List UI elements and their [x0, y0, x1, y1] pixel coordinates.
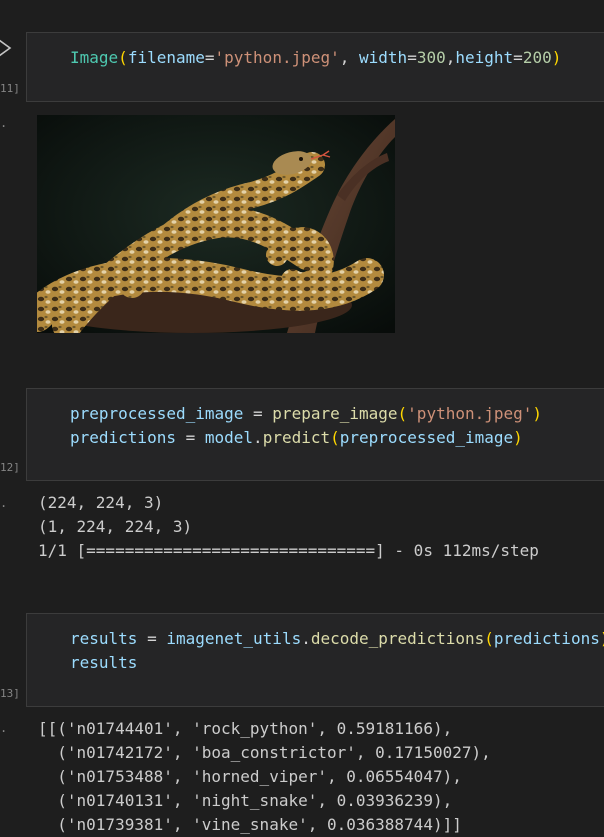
output-marker-icon[interactable]: ... — [0, 117, 10, 129]
output-line: ('n01742172', 'boa_constrictor', 0.17150… — [38, 743, 491, 762]
code-line: preprocessed_image = prepare_image('pyth… — [70, 404, 543, 423]
output-line: 1/1 [==============================] - 0… — [38, 541, 539, 560]
code-line: results — [70, 653, 138, 672]
code-cell-input-12[interactable]: preprocessed_image = prepare_image('pyth… — [26, 388, 604, 481]
python-snake-image — [37, 115, 395, 333]
code-line: results = imagenet_utils.decode_predicti… — [70, 629, 604, 648]
execution-count-11: 11] — [0, 83, 18, 95]
code-cell-input-13[interactable]: results = imagenet_utils.decode_predicti… — [26, 613, 604, 707]
output-line: ('n01739381', 'vine_snake', 0.036388744)… — [38, 815, 462, 834]
output-line: (1, 224, 224, 3) — [38, 517, 193, 536]
code-line: predictions = model.predict(preprocessed… — [70, 428, 523, 447]
run-cell-icon[interactable] — [0, 38, 12, 58]
output-marker-icon[interactable]: ... — [0, 722, 10, 734]
output-line: (224, 224, 3) — [38, 493, 164, 512]
notebook-page: 11] Image(filename='python.jpeg', width=… — [0, 0, 604, 837]
output-line: [[('n01744401', 'rock_python', 0.5918116… — [38, 719, 453, 738]
output-marker-icon[interactable]: ... — [0, 497, 10, 509]
output-line: ('n01740131', 'night_snake', 0.03936239)… — [38, 791, 453, 810]
execution-count-12: 12] — [0, 462, 18, 474]
code-cell-input-11[interactable]: Image(filename='python.jpeg', width=300,… — [26, 32, 604, 102]
output-line: ('n01753488', 'horned_viper', 0.06554047… — [38, 767, 462, 786]
execution-count-13: 13] — [0, 688, 18, 700]
code-line: Image(filename='python.jpeg', width=300,… — [70, 48, 562, 67]
